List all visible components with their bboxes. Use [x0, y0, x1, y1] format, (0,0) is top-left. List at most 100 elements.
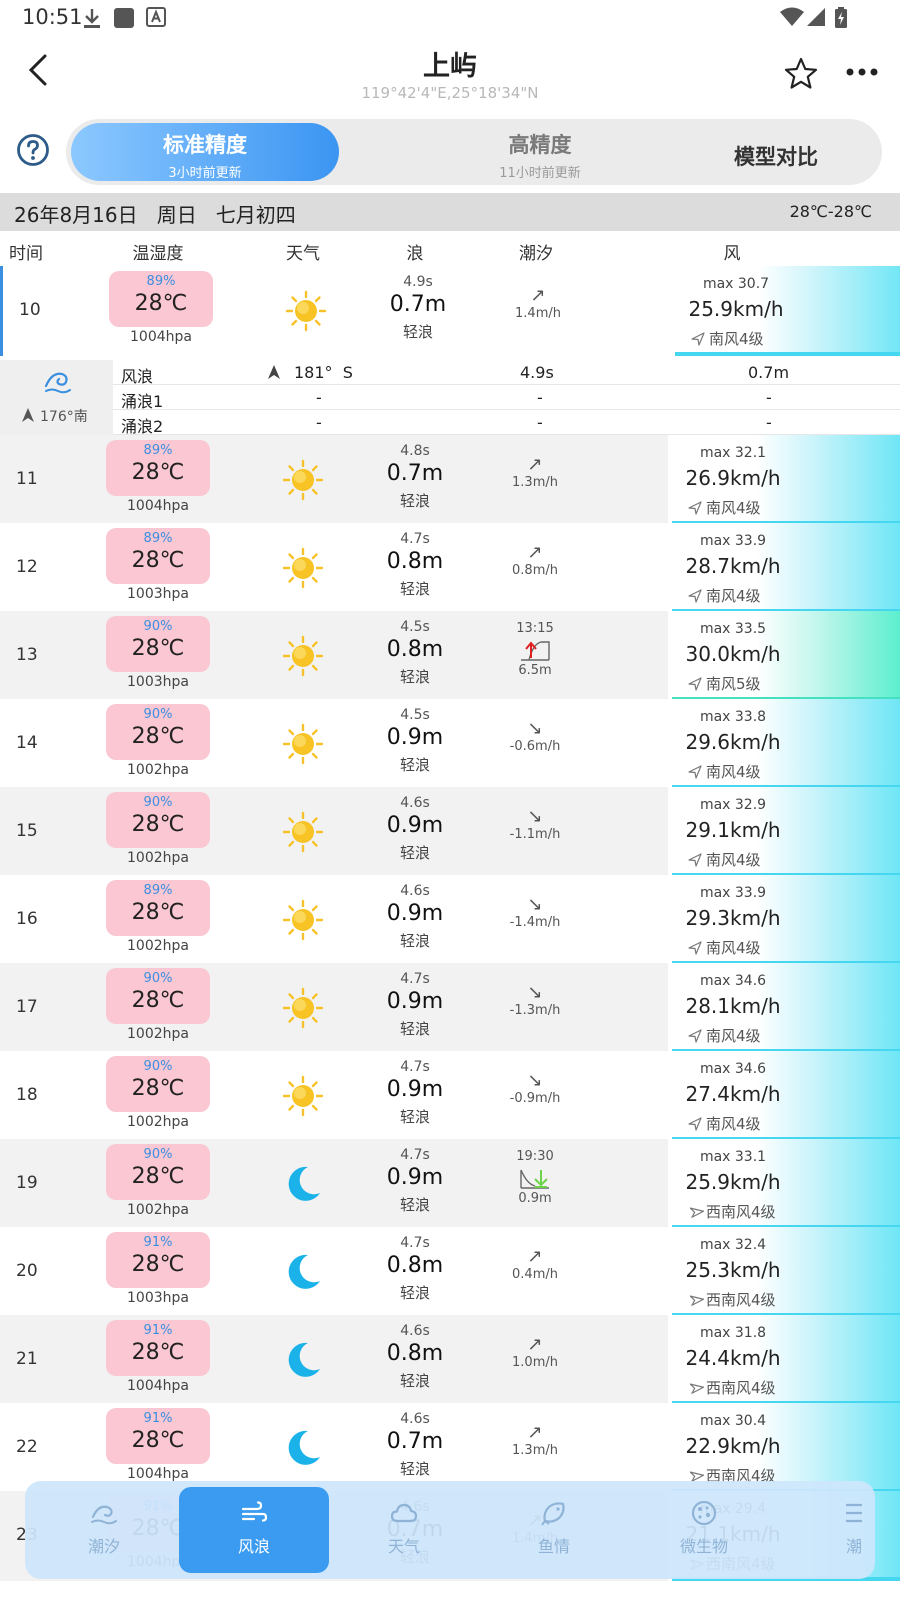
wave-cell: 4.7s 0.8m 轻浪: [365, 1227, 465, 1303]
nav-more-tide[interactable]: 潮: [779, 1487, 875, 1573]
tide-rate: -0.6m/h: [509, 739, 561, 754]
row-hour: 11: [16, 469, 38, 489]
pressure: 1003hpa: [127, 586, 189, 602]
temp-range: 28℃-28℃: [789, 202, 872, 221]
table-row[interactable]: 13 90% 28℃ 1003hpa 4.5s 0.8m 轻浪 13:15 6.5m max 33…: [0, 611, 900, 701]
nav-fish[interactable]: 鱼情: [479, 1487, 629, 1573]
favorite-star-icon[interactable]: [783, 56, 819, 92]
humidity: 89%: [143, 443, 173, 458]
table-row[interactable]: 21 91% 28℃ 1004hpa 4.6s 0.8m 轻浪 ↗ 1.0m/h max 31.8…: [0, 1315, 900, 1405]
table-row[interactable]: 16 89% 28℃ 1002hpa 4.6s 0.9m 轻浪 ↘ -1.4m/h max 33.…: [0, 875, 900, 965]
tab-high-precision[interactable]: 高精度 11小时前更新: [406, 123, 674, 181]
tide-event-time: 13:15: [516, 621, 554, 636]
wind-gust-max: max 34.6: [699, 1061, 767, 1077]
tide-trend-arrow-icon: ↗: [530, 285, 546, 306]
moon-icon: [282, 1427, 324, 1469]
detail-line-swell-2: 涌浪2 - - -: [113, 410, 900, 436]
table-row[interactable]: 14 90% 28℃ 1002hpa 4.5s 0.9m 轻浪 ↘ -0.6m/h max 33.…: [0, 699, 900, 789]
tide-cell: 19:30 0.9m: [480, 1139, 590, 1206]
tide-icon: [91, 1505, 117, 1525]
humidity: 90%: [143, 1059, 173, 1074]
nav-microbe[interactable]: 微生物: [629, 1487, 779, 1573]
wind-level-text: 西南风4级: [706, 1203, 776, 1221]
wind-speed: 25.3km/h: [685, 1258, 781, 1282]
temperature: 28℃: [131, 988, 185, 1013]
tide-trend-arrow-icon: ↘: [527, 894, 543, 915]
col-weather: 天气: [286, 244, 320, 264]
more-options-icon[interactable]: [845, 66, 879, 78]
wind-level-text: 南风4级: [709, 330, 764, 348]
wind-level: 南风4级: [688, 497, 761, 518]
wind-cell: max 33.8 29.6km/h 南风4级: [668, 699, 900, 789]
temperature: 28℃: [131, 900, 185, 925]
wave-height: 0.8m: [386, 549, 444, 574]
nav-wind-wave[interactable]: 风浪: [179, 1487, 329, 1573]
wave-level: 轻浪: [399, 1020, 430, 1038]
row-hour: 21: [16, 1349, 38, 1369]
nav-label: 天气: [387, 1537, 420, 1556]
wave-height: 0.9m: [386, 1165, 444, 1190]
table-row[interactable]: 19 90% 28℃ 1002hpa 4.7s 0.9m 轻浪 19:30 0.9m max 33…: [0, 1139, 900, 1229]
wind-cell: max 33.5 30.0km/h 南风5级: [668, 611, 900, 701]
col-wave: 浪: [406, 244, 424, 264]
temperature: 28℃: [131, 636, 185, 661]
detail-height: -: [766, 413, 772, 432]
temp-humidity-card: 91%28℃: [106, 1408, 210, 1464]
tide-cell: 13:15 6.5m: [480, 611, 590, 678]
wave-period: 4.7s: [400, 1059, 430, 1075]
detail-period: -: [537, 413, 543, 432]
tide-rate: 1.3m/h: [512, 1443, 558, 1458]
wave-period: 4.7s: [400, 531, 430, 547]
wave-height: 0.9m: [386, 725, 444, 750]
wind-level: 南风4级: [688, 849, 761, 870]
table-row[interactable]: 22 91% 28℃ 1004hpa 4.6s 0.7m 轻浪 ↗ 1.3m/h max 30.4…: [0, 1403, 900, 1493]
tide-event-height: 0.9m: [518, 1191, 552, 1206]
wave-direction-value: 176°南: [40, 409, 88, 425]
pressure: 1002hpa: [127, 1114, 189, 1130]
wind-icon: [241, 1501, 268, 1522]
temperature: 28℃: [131, 1164, 185, 1189]
table-row[interactable]: 15 90% 28℃ 1002hpa 4.6s 0.9m 轻浪 ↘ -1.1m/h max 32.…: [0, 787, 900, 877]
detail-line-swell-1: 涌浪1 - - -: [113, 385, 900, 411]
wind-gust-max: max 33.9: [699, 533, 767, 549]
tab-standard-precision[interactable]: 标准精度 3小时前更新: [71, 123, 339, 181]
wind-speed: 27.4km/h: [685, 1082, 781, 1106]
pressure: 1002hpa: [127, 850, 189, 866]
wind-level: 南风5级: [688, 673, 761, 694]
table-row[interactable]: 17 90% 28℃ 1002hpa 4.7s 0.9m 轻浪 ↘ -1.3m/h max 34.…: [0, 963, 900, 1053]
table-row[interactable]: 11 89% 28℃ 1004hpa 4.8s 0.7m 轻浪 ↗ 1.3m/h max 32.1…: [0, 435, 900, 525]
table-row[interactable]: 20 91% 28℃ 1003hpa 4.7s 0.8m 轻浪 ↗ 0.4m/h max 32.4…: [0, 1227, 900, 1317]
tide-rate: 1.3m/h: [512, 475, 558, 490]
table-row[interactable]: 10 89% 28℃ 1004hpa 4.9s 0.7m 轻浪 ↗ 1.4m/h max 30.7…: [0, 266, 900, 356]
help-icon[interactable]: [16, 133, 50, 167]
detail-dir-value: 181° S: [294, 363, 353, 382]
wave-height: 0.8m: [386, 1253, 444, 1278]
wave-period: 4.6s: [400, 883, 430, 899]
row-hour: 18: [16, 1085, 38, 1105]
tab-model-compare[interactable]: 模型对比: [676, 123, 876, 181]
wind-direction-icon: [688, 941, 702, 955]
wave-period: 4.5s: [400, 619, 430, 635]
nav-tide[interactable]: 潮汐: [29, 1487, 179, 1573]
table-row[interactable]: 18 90% 28℃ 1002hpa 4.7s 0.9m 轻浪 ↘ -0.9m/h max 34.…: [0, 1051, 900, 1141]
nav-weather[interactable]: 天气: [329, 1487, 479, 1573]
pressure: 1004hpa: [130, 329, 192, 345]
pressure: 1004hpa: [127, 1466, 189, 1482]
wind-level: 南风4级: [688, 1025, 761, 1046]
date-bar: 26年8月16日 周日 七月初四 28℃-28℃: [0, 193, 900, 231]
table-row[interactable]: 12 89% 28℃ 1003hpa 4.7s 0.8m 轻浪 ↗ 0.8m/h max 33.9…: [0, 523, 900, 613]
moon-icon: [282, 1163, 324, 1205]
temp-humidity-card: 89% 28℃: [109, 271, 213, 327]
row-hour: 17: [16, 997, 38, 1017]
wind-gust-max: max 33.9: [699, 885, 767, 901]
temp-humidity-card: 89% 28℃: [106, 880, 210, 936]
humidity: 90%: [143, 619, 173, 634]
wave-height: 0.9m: [386, 901, 444, 926]
tide-rate: -1.3m/h: [509, 1003, 561, 1018]
wave-cell: 4.6s 0.8m 轻浪: [365, 1315, 465, 1391]
download-icon: [84, 9, 100, 28]
temperature: 28℃: [134, 291, 188, 316]
direction-arrow-icon: [22, 408, 34, 422]
tide-rate: 1.0m/h: [512, 1355, 558, 1370]
wind-gust-max: max 33.8: [699, 709, 767, 725]
